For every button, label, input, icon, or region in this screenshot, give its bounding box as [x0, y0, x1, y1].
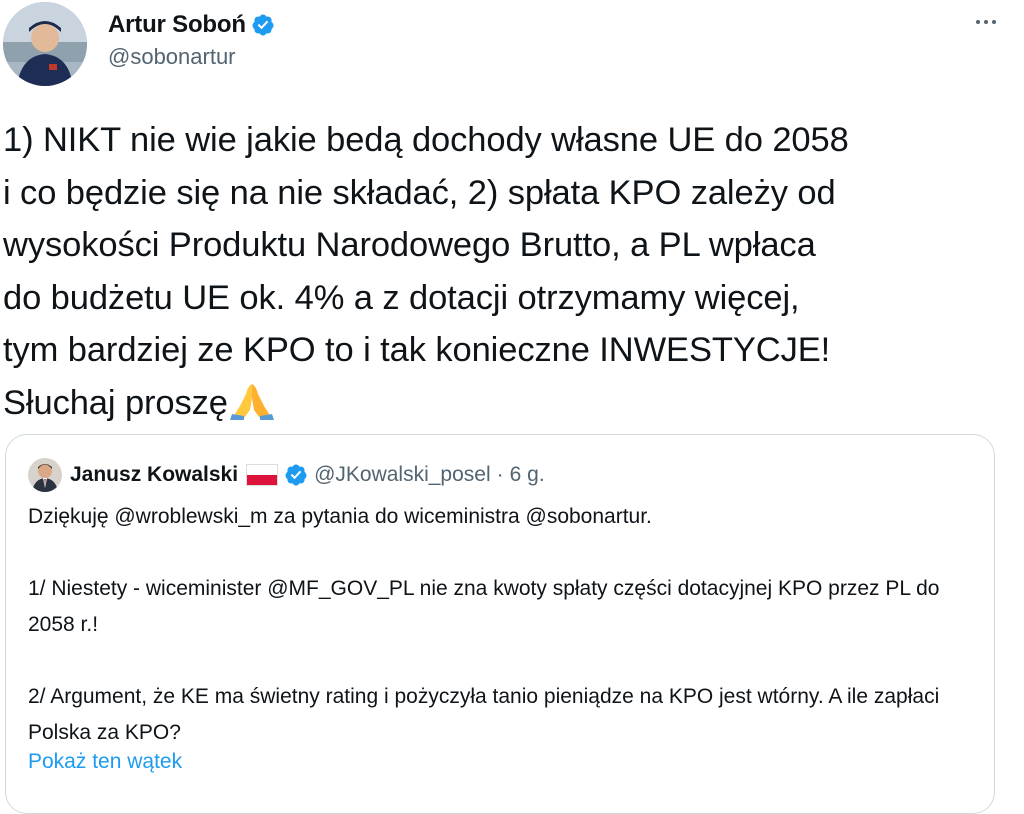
more-options-icon — [976, 20, 980, 24]
tweet-text: 1) NIKT nie wie jakie bedą dochody własn… — [3, 114, 1013, 429]
more-options-button[interactable] — [966, 8, 1006, 36]
quote-author-handle[interactable]: @JKowalski_posel — [314, 463, 491, 487]
quote-paragraph: Dziękuję @wroblewski_m za pytania do wic… — [28, 505, 652, 528]
show-thread-link[interactable]: Pokaż ten wątek — [28, 750, 182, 774]
author-name-row: Artur Soboń — [108, 10, 275, 40]
poland-flag-icon — [246, 464, 279, 486]
quote-text: Dziękuję @wroblewski_m za pytania do wic… — [28, 499, 978, 751]
tweet-text-body: 1) NIKT nie wie jakie bedą dochody własn… — [3, 121, 849, 422]
quote-separator: · — [496, 463, 504, 486]
author-handle[interactable]: @sobonartur — [108, 44, 236, 70]
author-name[interactable]: Artur Soboń — [108, 11, 246, 39]
quote-paragraph: 1/ Niestety - wiceminister @MF_GOV_PL ni… — [28, 577, 940, 636]
quote-header: Janusz Kowalski @JKowalski_posel · 6 g. — [70, 458, 545, 492]
avatar-photo — [3, 2, 87, 86]
quote-tweet-card[interactable]: Janusz Kowalski @JKowalski_posel · 6 g. … — [5, 434, 995, 814]
tweet: Artur Soboń @sobonartur 1) NIKT nie wie … — [0, 0, 1024, 814]
author-avatar[interactable] — [3, 2, 87, 86]
quote-author-avatar[interactable] — [28, 458, 62, 492]
quote-verified-badge-icon — [285, 464, 307, 486]
quote-timestamp[interactable]: 6 g. — [510, 463, 545, 487]
verified-badge-icon — [252, 14, 274, 36]
folded-hands-icon — [229, 383, 274, 420]
quote-paragraph: 2/ Argument, że KE ma świetny rating i p… — [28, 685, 940, 744]
quote-avatar-photo — [28, 458, 62, 492]
quote-author-name[interactable]: Janusz Kowalski — [70, 463, 238, 487]
